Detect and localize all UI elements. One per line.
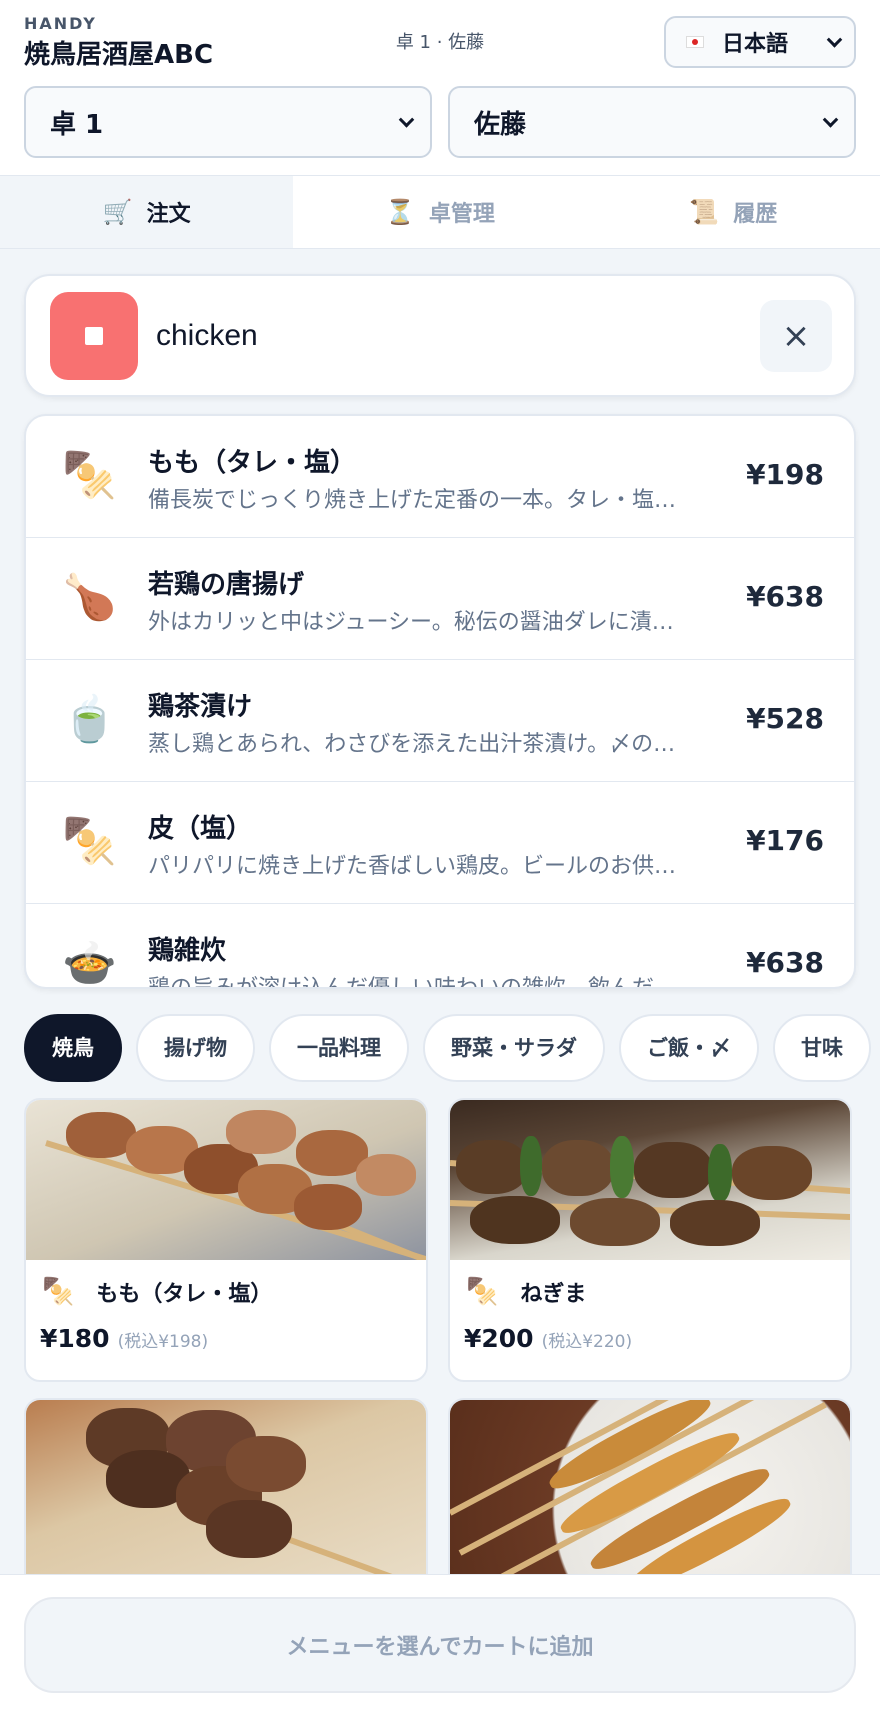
menu-card[interactable]: 🍢 もも（タレ・塩） ¥180 (税込¥198)	[24, 1098, 428, 1382]
menu-photo	[26, 1400, 426, 1596]
soup-bowl-icon: 🍲	[62, 938, 117, 989]
japan-flag-icon	[686, 36, 704, 48]
item-name: 鶏雑炊	[148, 936, 227, 966]
stop-recording-button[interactable]	[50, 292, 138, 380]
tab-history[interactable]: 📜 履歴	[587, 176, 880, 248]
menu-card-price-row: ¥200 (税込¥220)	[464, 1324, 632, 1353]
category-chip-salad[interactable]: 野菜・サラダ	[423, 1014, 605, 1082]
item-name: 皮（塩）	[148, 814, 253, 844]
item-name: 鶏茶漬け	[148, 692, 253, 722]
menu-card[interactable]	[448, 1398, 852, 1598]
item-price: ¥198	[746, 458, 824, 491]
oden-skewer-icon: 🍢	[466, 1277, 499, 1307]
cart-footer: メニューを選んでカートに追加	[0, 1574, 880, 1716]
menu-card-price-row: ¥180 (税込¥198)	[40, 1324, 208, 1353]
menu-card[interactable]	[24, 1398, 428, 1598]
hourglass-icon: ⏳	[385, 198, 415, 226]
item-description: 外はカリッと中はジューシー。秘伝の醤油ダレに漬…	[148, 610, 674, 635]
language-label: 日本語	[722, 32, 789, 57]
menu-photo	[450, 1400, 850, 1596]
item-description: 備長炭でじっくり焼き上げた定番の一本。タレ・塩…	[148, 488, 677, 513]
tab-label: 履歴	[733, 202, 778, 227]
menu-card-name: ねぎま	[520, 1282, 587, 1307]
menu-photo	[26, 1100, 426, 1260]
item-price: ¥638	[746, 580, 824, 613]
poultry-leg-icon: 🍗	[62, 572, 117, 623]
tab-order[interactable]: 🛒 注文	[0, 176, 294, 248]
menu-card-tax: (税込¥220)	[541, 1332, 633, 1352]
tea-icon: 🍵	[62, 694, 117, 745]
item-description: 蒸し鶏とあられ、わさびを添えた出汁茶漬け。〆の…	[148, 732, 676, 757]
oden-skewer-icon: 🍢	[62, 450, 117, 501]
menu-card-price: ¥200	[464, 1324, 534, 1353]
staff-select[interactable]: 佐藤	[448, 86, 856, 158]
chevron-down-icon	[822, 112, 839, 128]
language-select[interactable]: 日本語	[664, 16, 856, 68]
category-chip-fried[interactable]: 揚げ物	[136, 1014, 255, 1082]
list-item[interactable]: 🍢 もも（タレ・塩） 備長炭でじっくり焼き上げた定番の一本。タレ・塩… ¥198	[26, 416, 854, 538]
menu-card-title: 🍢 ねぎま	[466, 1276, 586, 1308]
category-chip-dessert[interactable]: 甘味	[773, 1014, 871, 1082]
chevron-down-icon	[826, 32, 843, 48]
menu-card-title: 🍢 もも（タレ・塩）	[42, 1276, 272, 1308]
item-name: もも（タレ・塩）	[148, 448, 357, 478]
search-input[interactable]	[156, 306, 656, 366]
oden-skewer-icon: 🍢	[62, 816, 117, 867]
item-price: ¥528	[746, 702, 824, 735]
menu-card-price: ¥180	[40, 1324, 110, 1353]
tab-label: 卓管理	[428, 202, 495, 227]
tab-table-management[interactable]: ⏳ 卓管理	[293, 176, 586, 248]
menu-card-tax: (税込¥198)	[117, 1332, 209, 1352]
chevron-down-icon	[398, 112, 415, 128]
stop-icon	[85, 327, 103, 345]
list-item[interactable]: 🍢 皮（塩） パリパリに焼き上げた香ばしい鶏皮。ビールのお供… ¥176	[26, 782, 854, 904]
table-select-value: 卓 1	[50, 109, 104, 140]
oden-skewer-icon: 🍢	[42, 1277, 75, 1307]
menu-photo	[450, 1100, 850, 1260]
list-item[interactable]: 🍵 鶏茶漬け 蒸し鶏とあられ、わさびを添えた出汁茶漬け。〆の… ¥528	[26, 660, 854, 782]
add-to-cart-button[interactable]: メニューを選んでカートに追加	[24, 1597, 856, 1693]
list-item[interactable]: 🍗 若鶏の唐揚げ 外はカリッと中はジューシー。秘伝の醤油ダレに漬… ¥638	[26, 538, 854, 660]
item-price: ¥638	[746, 946, 824, 979]
main-tabs: 🛒 注文 ⏳ 卓管理 📜 履歴	[0, 175, 880, 249]
item-description: パリパリに焼き上げた香ばしい鶏皮。ビールのお供…	[148, 854, 677, 879]
category-chip-side-dish[interactable]: 一品料理	[269, 1014, 409, 1082]
search-results-list: 🍢 もも（タレ・塩） 備長炭でじっくり焼き上げた定番の一本。タレ・塩… ¥198…	[24, 414, 856, 989]
menu-card-name: もも（タレ・塩）	[96, 1282, 273, 1307]
voice-search-bar: ×	[24, 274, 856, 397]
category-chips: 焼鳥 揚げ物 一品料理 野菜・サラダ ご飯・〆 甘味	[24, 1014, 880, 1082]
cart-icon: 🛒	[102, 198, 133, 226]
clear-search-button[interactable]: ×	[760, 300, 832, 372]
table-select[interactable]: 卓 1	[24, 86, 432, 158]
category-chip-rice[interactable]: ご飯・〆	[619, 1014, 759, 1082]
staff-select-value: 佐藤	[474, 109, 527, 140]
item-name: 若鶏の唐揚げ	[148, 570, 305, 600]
app-header: HANDY 焼鳥居酒屋ABC 卓 1 · 佐藤 日本語 卓 1 佐藤	[0, 0, 880, 175]
category-chip-yakitori[interactable]: 焼鳥	[24, 1014, 122, 1082]
list-item[interactable]: 🍲 鶏雑炊 鶏の旨みが溶け込んだ優しい味わいの雑炊。飲んだ… ¥638	[26, 904, 854, 989]
item-description: 鶏の旨みが溶け込んだ優しい味わいの雑炊。飲んだ…	[148, 976, 677, 989]
scroll-icon: 📜	[689, 198, 720, 226]
item-price: ¥176	[746, 824, 824, 857]
tab-label: 注文	[146, 202, 191, 227]
menu-card[interactable]: 🍢 ねぎま ¥200 (税込¥220)	[448, 1098, 852, 1382]
